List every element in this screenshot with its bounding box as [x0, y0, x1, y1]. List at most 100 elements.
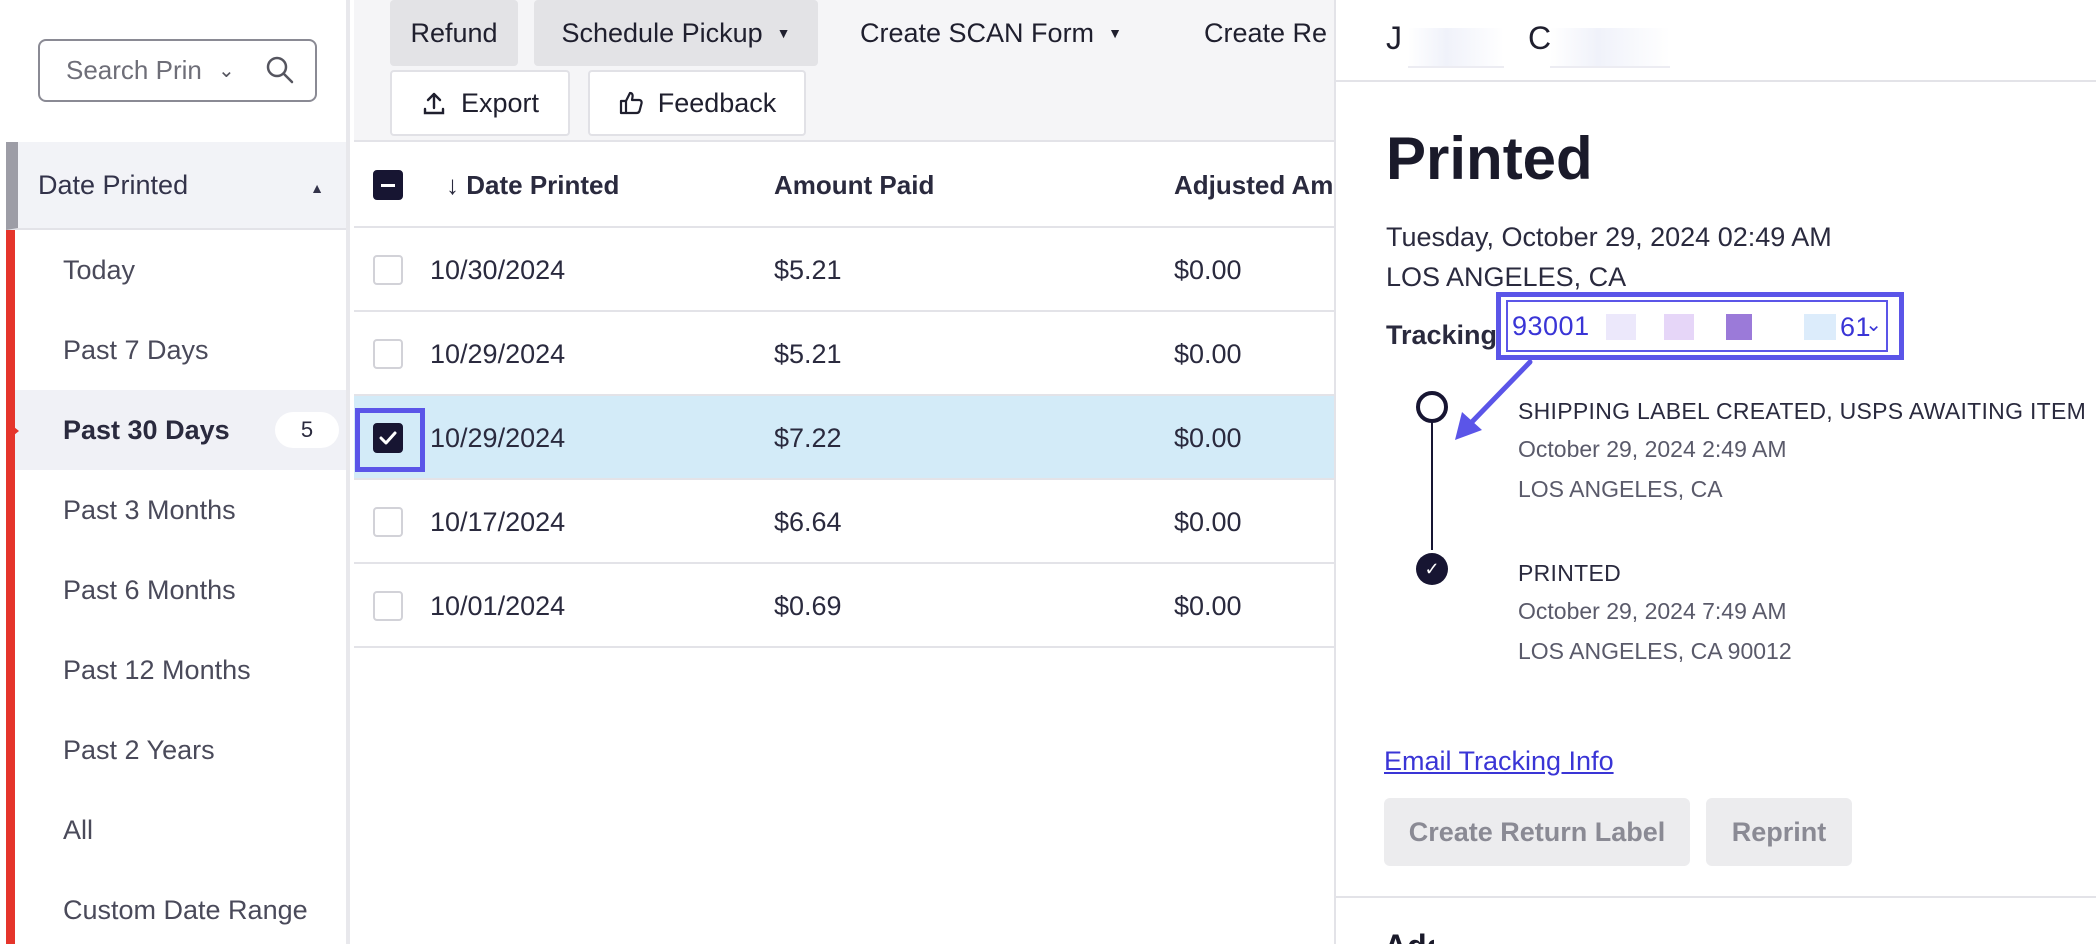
filter-item-past-2-years[interactable]: Past 2 Years [15, 710, 346, 790]
filter-header-label: Date Printed [38, 169, 189, 200]
filter-item-all[interactable]: All [15, 790, 346, 870]
filter-item-custom-date-range[interactable]: Custom Date Range [15, 870, 346, 944]
timeline-connector [1431, 418, 1433, 550]
feedback-label: Feedback [657, 87, 777, 118]
redacted-last-name [1550, 28, 1670, 68]
event-place: LOS ANGELES, CA [1518, 476, 1723, 502]
arrow-down-icon: ↓ [446, 170, 459, 200]
cell-date: 10/01/2024 [430, 591, 566, 621]
table-row-selected[interactable]: 10/29/2024 $7.22 $0.00 [354, 396, 1334, 480]
cell-amount: $5.21 [774, 255, 842, 285]
thumbs-up-icon [619, 91, 643, 115]
table-header: ↓ Date Printed Amount Paid Adjusted Am [354, 142, 1334, 228]
recipient-name-bar: J C [1336, 0, 2096, 82]
create-return-label: Create Re [1204, 17, 1328, 48]
next-section-heading: Add [1384, 928, 1434, 944]
active-filter-bar [6, 230, 15, 944]
column-header-label: Date Printed [466, 170, 620, 200]
filter-item-past-30-days[interactable]: Past 30 Days 5 [9, 390, 346, 470]
redacted-tracking-digits [1664, 314, 1694, 340]
event-title: SHIPPING LABEL CREATED, USPS AWAITING IT… [1518, 398, 2087, 424]
table-row[interactable]: 10/17/2024 $6.64 $0.00 [354, 480, 1334, 564]
filter-item-label: Past 6 Months [63, 574, 236, 605]
filter-item-past-3-months[interactable]: Past 3 Months [15, 470, 346, 550]
feedback-button[interactable]: Feedback [588, 70, 806, 136]
row-checkbox[interactable] [373, 507, 403, 537]
row-checkbox[interactable] [373, 591, 403, 621]
reprint-button[interactable]: Reprint [1706, 798, 1852, 866]
cell-adjusted: $0.00 [1174, 507, 1242, 537]
column-header-amount-paid[interactable]: Amount Paid [774, 170, 934, 201]
cell-date: 10/29/2024 [430, 423, 566, 453]
search-icon[interactable] [265, 55, 295, 85]
shipment-status-title: Printed [1386, 125, 1593, 192]
redacted-tracking-digits [1726, 314, 1752, 340]
chevron-down-icon: ⌄ [1865, 314, 1882, 336]
filter-item-past-6-months[interactable]: Past 6 Months [15, 550, 346, 630]
create-return-label-button[interactable]: Create Return Label [1384, 798, 1690, 866]
filter-item-past-12-months[interactable]: Past 12 Months [15, 630, 346, 710]
recipient-first-initial: J [1386, 20, 1402, 56]
table-row[interactable]: 10/30/2024 $5.21 $0.00 [354, 228, 1334, 312]
filter-item-label: Past 30 Days [63, 414, 230, 445]
redacted-tracking-digits [1804, 314, 1836, 340]
tracking-number-dropdown[interactable]: 93001 61 ⌄ [1506, 300, 1888, 352]
caret-up-icon: ▲ [310, 180, 324, 196]
column-header-date-printed[interactable]: ↓ Date Printed [446, 170, 619, 201]
table-row[interactable]: 10/29/2024 $5.21 $0.00 [354, 312, 1334, 396]
row-checkbox[interactable] [373, 339, 403, 369]
table-row[interactable]: 10/01/2024 $0.69 $0.00 [354, 564, 1334, 648]
redacted-first-name [1408, 28, 1504, 68]
refund-label: Refund [410, 17, 498, 48]
cell-amount: $0.69 [774, 591, 842, 621]
schedule-pickup-button[interactable]: Schedule Pickup ▼ [534, 0, 818, 66]
filter-item-label: Today [63, 254, 136, 285]
event-time: October 29, 2024 2:49 AM [1518, 436, 1787, 462]
cell-date: 10/29/2024 [430, 339, 566, 369]
search-placeholder: Search Prin [66, 55, 202, 85]
search-input[interactable]: Search Prin ⌄ [38, 39, 317, 102]
main-content: Refund Schedule Pickup ▼ Create SCAN For… [354, 0, 1334, 944]
redacted-tracking-digits [1606, 314, 1636, 340]
create-scan-form-button[interactable]: Create SCAN Form ▼ [860, 0, 1122, 66]
refund-button[interactable]: Refund [390, 0, 518, 66]
upload-icon [423, 92, 445, 115]
circle-icon [1416, 391, 1448, 423]
filter-item-label: Past 3 Months [63, 494, 236, 525]
create-return-button[interactable]: Create Re [1204, 0, 1334, 66]
schedule-pickup-label: Schedule Pickup [561, 17, 763, 48]
column-header-adjusted-amount[interactable]: Adjusted Am [1174, 170, 1334, 201]
cell-adjusted: $0.00 [1174, 339, 1242, 369]
filter-item-label: All [63, 814, 94, 845]
select-all-checkbox[interactable] [373, 170, 403, 200]
shipment-status-date: Tuesday, October 29, 2024 02:49 AM [1386, 222, 1832, 252]
filter-item-label: Past 12 Months [63, 654, 251, 685]
caret-down-icon: ▼ [776, 25, 791, 41]
count-badge: 5 [275, 412, 339, 448]
cell-amount: $6.64 [774, 507, 842, 537]
filter-item-past-7-days[interactable]: Past 7 Days [15, 310, 346, 390]
cell-date: 10/30/2024 [430, 255, 566, 285]
checkbox-highlight-box [355, 408, 425, 472]
row-checkbox[interactable] [373, 255, 403, 285]
date-filter-list: Today Past 7 Days Past 30 Days 5 Past 3 … [9, 230, 346, 944]
email-tracking-info-link[interactable]: Email Tracking Info [1384, 746, 1614, 777]
panel-divider [1336, 896, 2096, 898]
filter-item-label: Past 7 Days [63, 334, 209, 365]
chevron-down-icon[interactable]: ⌄ [218, 58, 235, 83]
filter-item-today[interactable]: Today [15, 230, 346, 310]
export-button[interactable]: Export [390, 70, 570, 136]
cell-adjusted: $0.00 [1174, 423, 1242, 453]
cell-amount: $5.21 [774, 339, 842, 369]
cell-adjusted: $0.00 [1174, 255, 1242, 285]
caret-down-icon: ▼ [1108, 25, 1122, 41]
check-icon: ✓ [1416, 553, 1448, 585]
sidebar: Search Prin ⌄ Date Printed ▲ Today Past … [0, 0, 350, 944]
tracking-label: Tracking [1386, 320, 1498, 350]
tracking-number-prefix: 93001 [1512, 310, 1590, 341]
event-time: October 29, 2024 7:49 AM [1518, 598, 1787, 624]
filter-header-date-printed[interactable]: Date Printed ▲ [6, 142, 346, 230]
cell-adjusted: $0.00 [1174, 591, 1242, 621]
recipient-last-initial: C [1528, 20, 1552, 56]
filter-item-label: Past 2 Years [63, 734, 215, 765]
